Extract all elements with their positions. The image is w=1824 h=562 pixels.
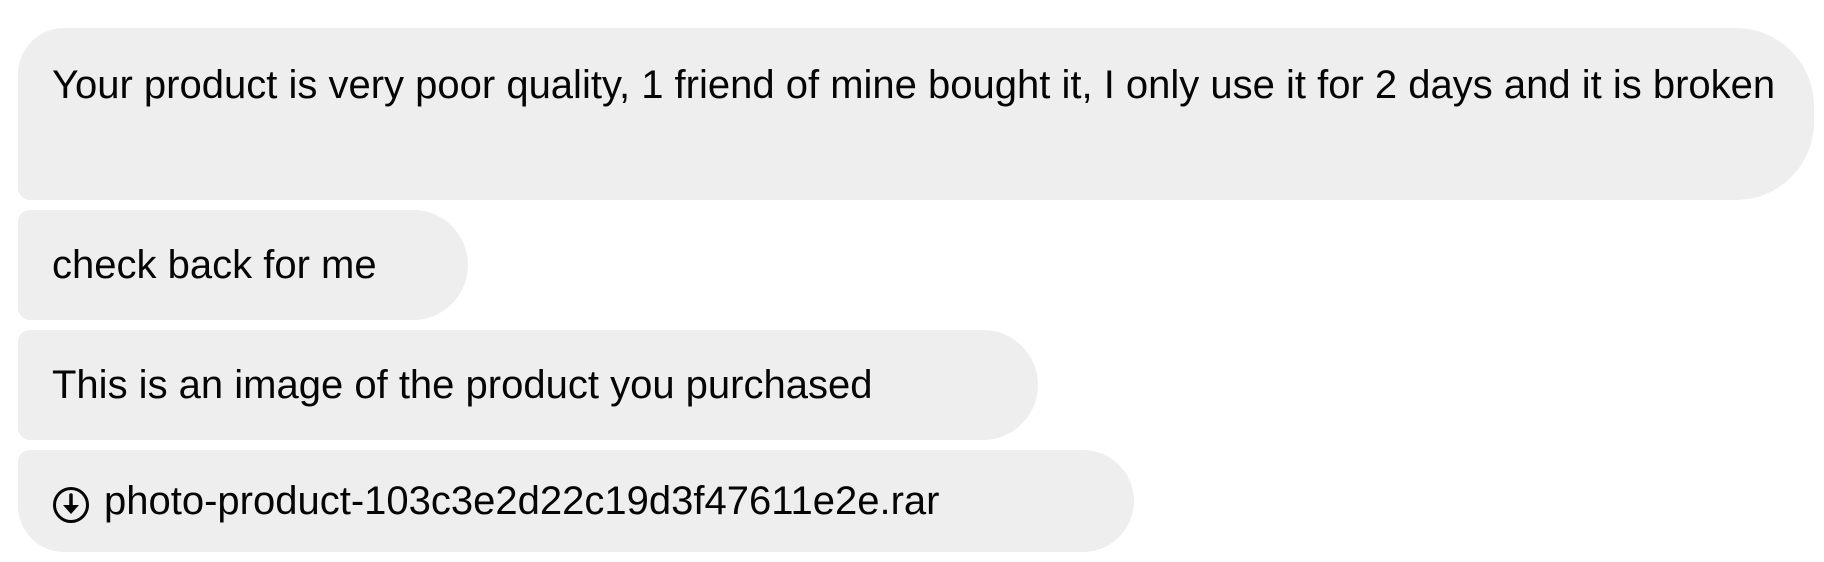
chat-thread: Your product is very poor quality, 1 fri… [0,0,1824,562]
download-circle-icon[interactable] [52,482,90,523]
message-bubble[interactable]: Your product is very poor quality, 1 fri… [18,28,1814,200]
message-text: check back for me [52,243,377,287]
message-text: This is an image of the product you purc… [52,363,873,407]
message-text: Your product is very poor quality, 1 fri… [52,63,1776,107]
attachment-file-link[interactable]: photo-product-103c3e2d22c19d3f47611e2e.r… [104,472,939,530]
message-bubble[interactable]: check back for me [18,210,468,320]
attachment-message-bubble[interactable]: photo-product-103c3e2d22c19d3f47611e2e.r… [18,450,1134,552]
message-bubble[interactable]: This is an image of the product you purc… [18,330,1038,440]
